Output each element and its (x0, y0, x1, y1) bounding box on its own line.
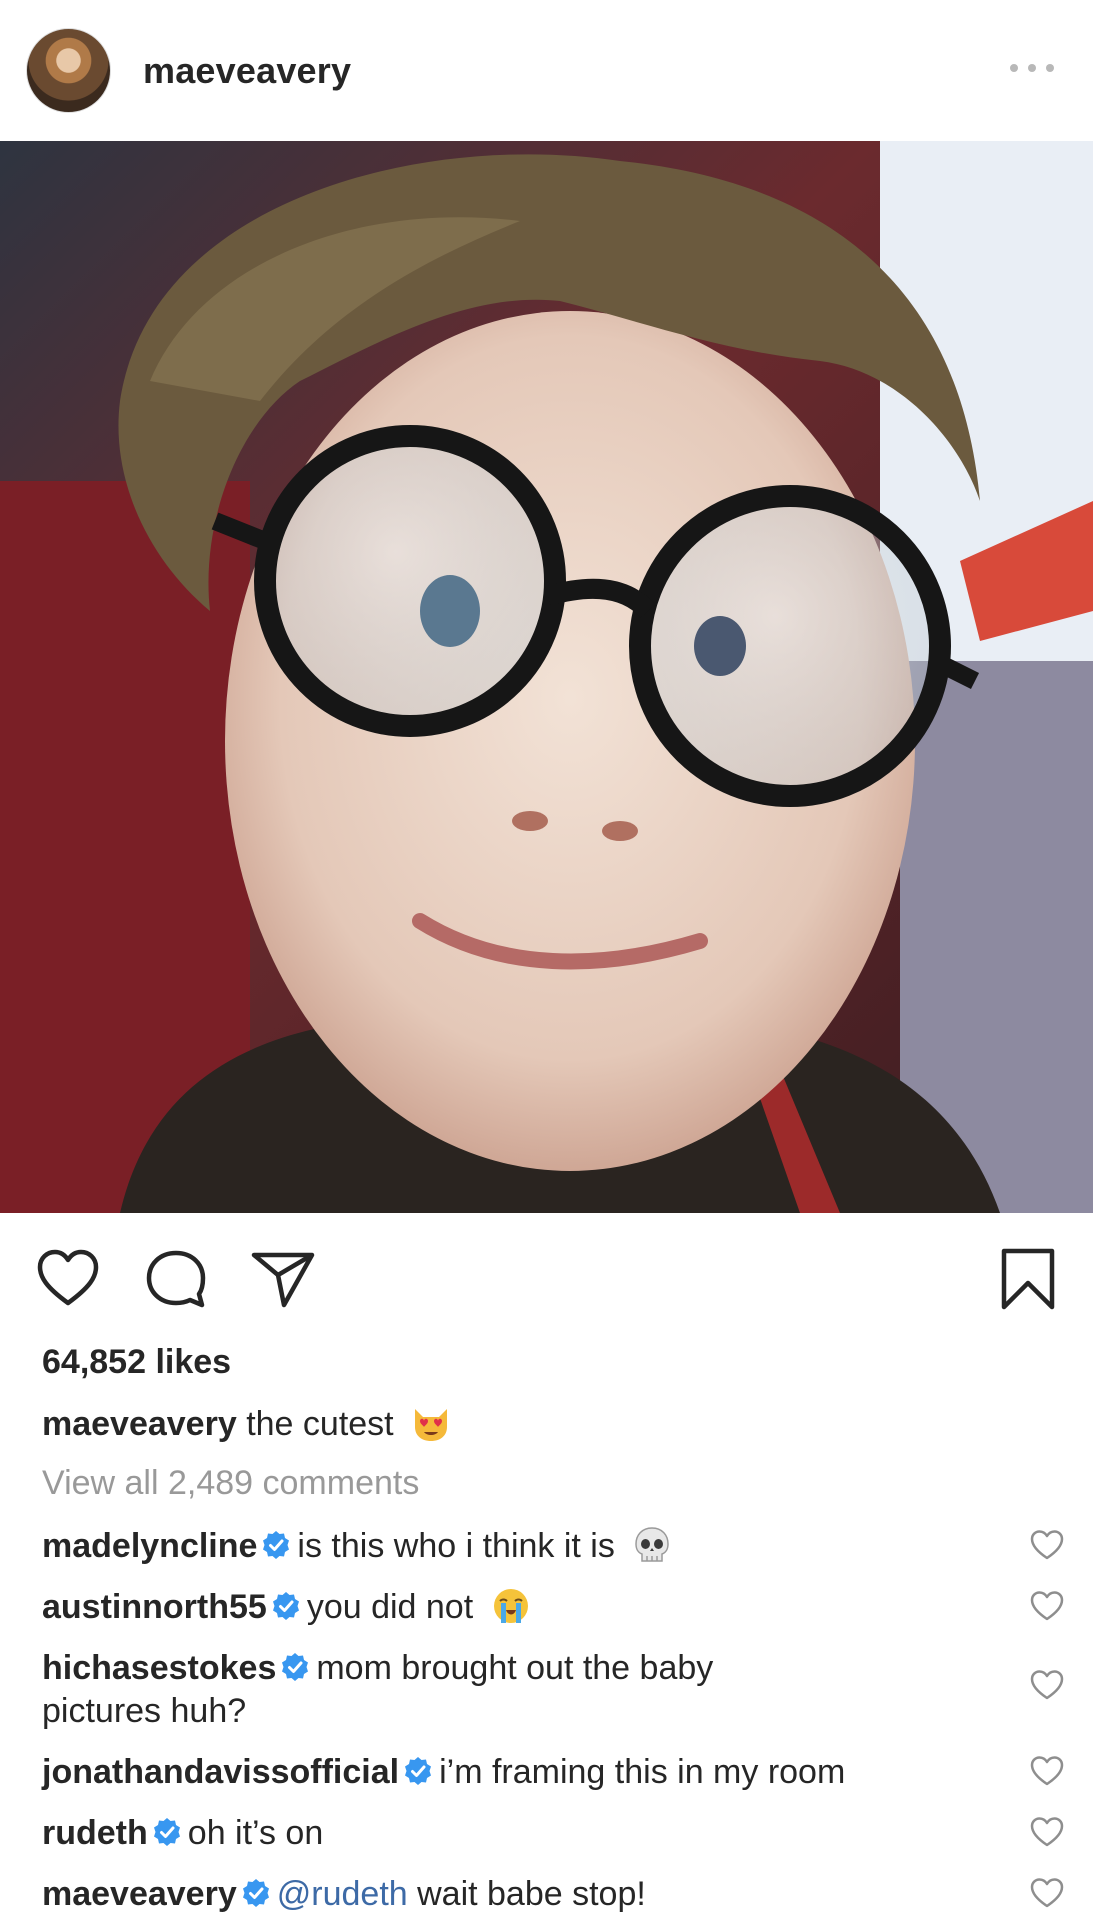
comment-text: oh it’s on (187, 1814, 324, 1852)
comment-item: maeveavery @rudeth wait babe stop! (42, 1873, 992, 1916)
comment-text: you did not (306, 1588, 474, 1626)
comment-username[interactable]: austinnorth55 (42, 1588, 267, 1626)
comment-text: i’m framing this in my room (439, 1753, 846, 1791)
comment-username[interactable]: maeveavery (42, 1875, 237, 1913)
comment-item: rudeth oh it’s on (42, 1812, 992, 1855)
comment-like-heart-icon[interactable] (1030, 1755, 1064, 1787)
comment-like-heart-icon[interactable] (1030, 1590, 1064, 1622)
comment-bubble-icon[interactable] (145, 1249, 207, 1309)
comment-item: madelyncline is this who i think it is (42, 1525, 992, 1568)
bookmark-save-icon[interactable] (1000, 1247, 1056, 1311)
comment-line: hichasestokes mom brought out the baby (42, 1647, 992, 1690)
verified-badge-icon (263, 1531, 290, 1559)
comment-like-heart-icon[interactable] (1030, 1529, 1064, 1561)
comment-like-heart-icon[interactable] (1030, 1669, 1064, 1701)
comment-item: austinnorth55 you did not (42, 1586, 992, 1629)
comment-text: wait babe stop! (407, 1875, 646, 1913)
share-send-icon[interactable] (250, 1249, 316, 1309)
verified-badge-icon (242, 1879, 269, 1907)
post-header: maeveavery (0, 0, 1093, 141)
view-all-comments-link[interactable]: View all 2,489 comments (42, 1464, 419, 1503)
post-photo-image (0, 141, 1093, 1213)
heart-eyes-cat-emoji-icon (415, 1409, 448, 1441)
action-bar (0, 1213, 1093, 1338)
comment-text: mom brought out the baby (316, 1649, 714, 1687)
comment-text-continued: pictures huh? (42, 1692, 247, 1730)
comment-text: is this who i think it is (297, 1527, 615, 1565)
verified-badge-icon (405, 1757, 432, 1785)
comment-username[interactable]: rudeth (42, 1814, 148, 1852)
comment-like-heart-icon[interactable] (1030, 1877, 1064, 1909)
comment-mention-link[interactable]: @rudeth (277, 1875, 408, 1913)
avatar[interactable] (26, 28, 111, 113)
like-heart-icon[interactable] (36, 1249, 100, 1307)
skull-emoji-icon (635, 1527, 670, 1562)
comment-item: hichasestokes mom brought out the baby pi… (42, 1647, 992, 1733)
verified-badge-icon (272, 1592, 299, 1620)
post-photo[interactable] (0, 141, 1093, 1213)
comment-username[interactable]: madelyncline (42, 1527, 257, 1565)
verified-badge-icon (153, 1818, 180, 1846)
loudly-crying-face-emoji-icon (493, 1589, 528, 1623)
verified-badge-icon (282, 1653, 309, 1681)
like-count[interactable]: 64,852 likes (42, 1343, 231, 1382)
comment-username[interactable]: jonathandavissofficial (42, 1753, 399, 1791)
post-author-username[interactable]: maeveavery (143, 50, 351, 92)
comment-username[interactable]: hichasestokes (42, 1649, 276, 1687)
comment-like-heart-icon[interactable] (1030, 1816, 1064, 1848)
caption-text: the cutest (236, 1405, 394, 1443)
comment-item: jonathandavissofficial i’m framing this i… (42, 1751, 992, 1794)
more-options-icon[interactable] (1010, 60, 1054, 76)
caption: maeveavery the cutest (42, 1403, 451, 1444)
caption-username[interactable]: maeveavery (42, 1405, 237, 1443)
